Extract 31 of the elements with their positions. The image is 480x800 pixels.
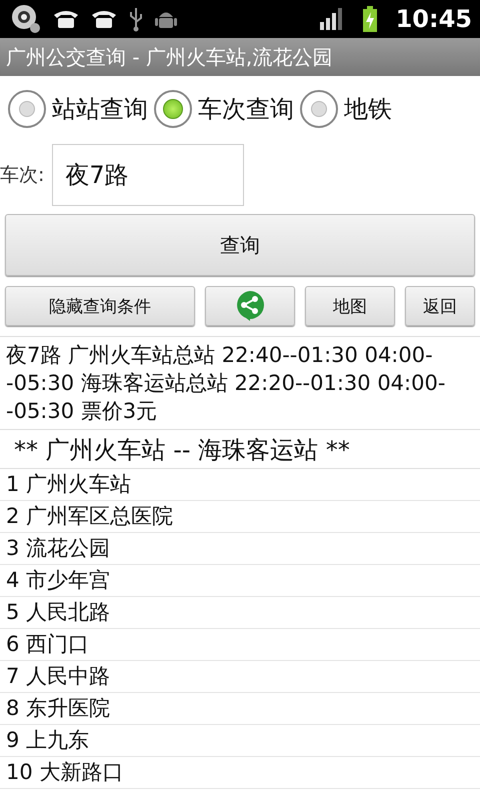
route-input[interactable]: 夜7路 xyxy=(52,144,244,206)
clock: 10:45 xyxy=(396,5,472,33)
stop-item[interactable]: 3 流花公园 xyxy=(0,533,480,565)
stop-item[interactable]: 2 广州军区总医院 xyxy=(0,501,480,533)
query-button[interactable]: 查询 xyxy=(5,214,475,276)
action-button[interactable]: 地图 xyxy=(305,286,395,326)
share-icon xyxy=(235,290,265,322)
stop-item[interactable]: 1 广州火车站 xyxy=(0,469,480,501)
stop-item[interactable]: 7 人民中路 xyxy=(0,661,480,693)
radio-button[interactable] xyxy=(154,90,192,128)
field-label: 车次: xyxy=(0,163,44,188)
window-title: 广州公交查询 - 广州火车站,流花公园 xyxy=(6,44,332,70)
stop-item[interactable]: 8 东升医院 xyxy=(0,693,480,725)
radio-option[interactable]: 地铁 xyxy=(300,90,392,128)
radio-button[interactable] xyxy=(8,90,46,128)
signal-icon xyxy=(320,8,344,30)
stop-item[interactable]: 6 西门口 xyxy=(0,629,480,661)
stop-item[interactable]: 5 人民北路 xyxy=(0,597,480,629)
stop-item[interactable]: 10 大新路口 xyxy=(0,757,480,789)
radio-option[interactable]: 站站查询 xyxy=(8,90,148,128)
direction-heading: ** 广州火车站 -- 海珠客运站 ** xyxy=(0,430,480,469)
stop-item[interactable]: 9 上九东 xyxy=(0,725,480,757)
action-button[interactable]: 隐藏查询条件 xyxy=(5,286,195,326)
share-button[interactable] xyxy=(205,286,295,326)
route-info: 夜7路 广州火车站总站 22:40--01:30 04:00--05:30 海珠客运站总站 22:20--01:30 04:00--05:30 票价3元 xyxy=(0,336,480,430)
radio-option[interactable]: 车次查询 xyxy=(154,90,294,128)
action-button[interactable]: 返回 xyxy=(405,286,475,326)
radio-button[interactable] xyxy=(300,90,338,128)
battery-icon xyxy=(362,6,378,32)
usb-icon xyxy=(128,6,144,32)
stop-item[interactable]: 4 市少年宫 xyxy=(0,565,480,597)
